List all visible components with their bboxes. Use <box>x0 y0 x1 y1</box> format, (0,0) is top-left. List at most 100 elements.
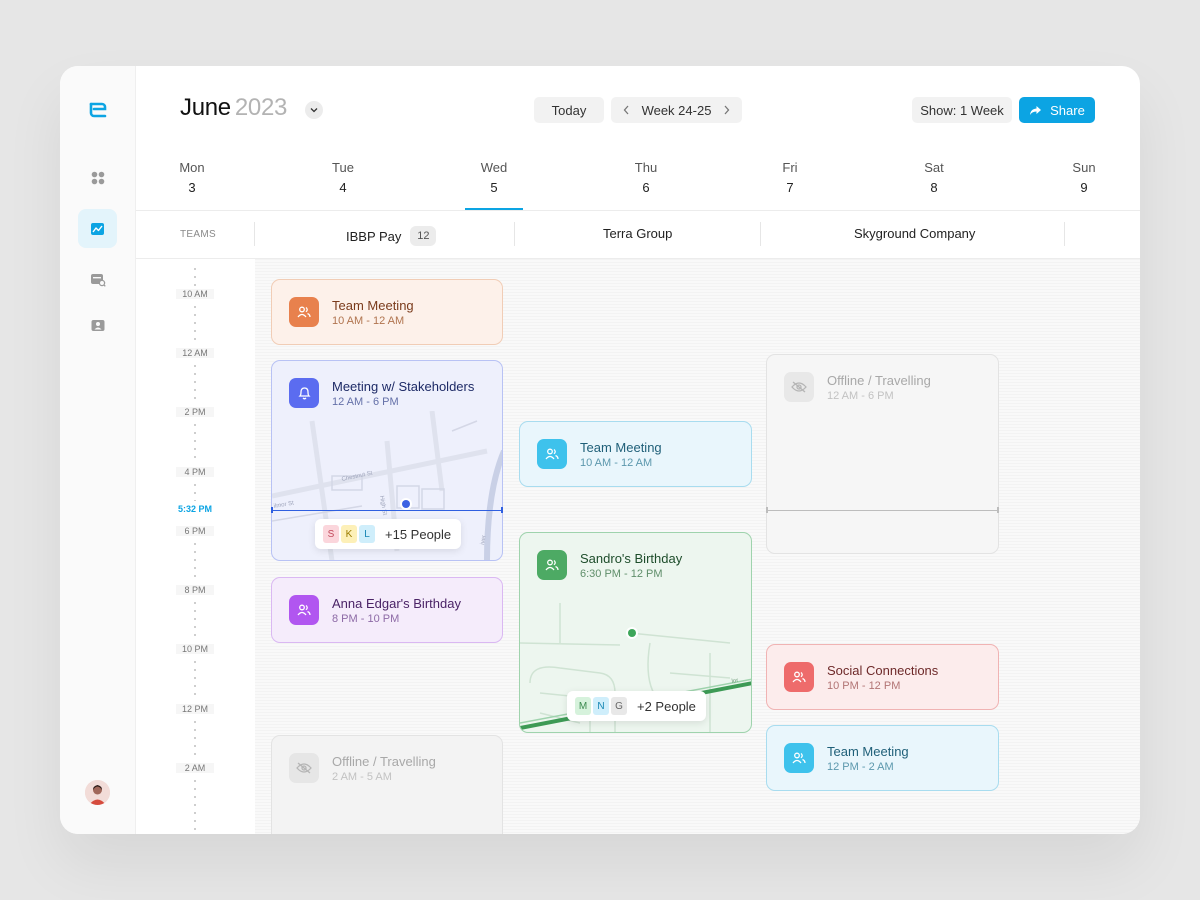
event-time: 10 AM - 12 AM <box>580 457 653 469</box>
time-dots <box>194 481 196 501</box>
time-label: 12 PM <box>176 704 214 714</box>
time-dots <box>194 599 196 641</box>
time-column: 10 AM 12 AM 2 PM 4 PM 5:32 PM 6 PM 8 PM … <box>136 259 255 834</box>
time-label: 10 PM <box>176 644 214 654</box>
event-time: 8 PM - 10 PM <box>332 613 400 625</box>
event-time: 12 AM - 6 PM <box>827 390 894 402</box>
day-thu[interactable]: Thu 6 <box>616 160 676 195</box>
event-team-meeting[interactable]: Team Meeting 10 AM - 12 AM <box>519 421 752 487</box>
time-dots <box>194 777 196 833</box>
event-time: 12 AM - 6 PM <box>332 396 399 408</box>
chevron-right-icon[interactable] <box>723 105 730 115</box>
nav-contacts[interactable] <box>78 306 117 345</box>
day-sun[interactable]: Sun 9 <box>1054 160 1114 195</box>
event-title: Meeting w/ Stakeholders <box>332 379 475 394</box>
day-mon[interactable]: Mon 3 <box>162 160 222 195</box>
time-dots <box>194 303 196 345</box>
attendee-initial: N <box>593 697 609 715</box>
team-name: Terra Group <box>603 226 673 241</box>
attendee-initial: L <box>359 525 375 543</box>
today-button[interactable]: Today <box>534 97 604 123</box>
share-icon <box>1030 105 1042 115</box>
attendees-pill[interactable]: S K L +15 People <box>315 519 462 549</box>
month-dropdown-button[interactable] <box>305 101 323 119</box>
day-name: Tue <box>332 160 354 175</box>
show-range-button[interactable]: Show: 1 Week <box>912 97 1012 123</box>
team-icon <box>289 595 319 625</box>
divider <box>514 222 515 246</box>
time-dots <box>194 658 196 700</box>
team-ibbp-pay[interactable]: IBBP Pay 12 <box>346 226 437 246</box>
year: 2023 <box>234 94 288 121</box>
attendee-initial: M <box>575 697 591 715</box>
time-label: 6 PM <box>176 526 214 536</box>
day-name: Mon <box>179 160 205 175</box>
nav-dashboard[interactable] <box>78 158 117 197</box>
user-avatar[interactable] <box>85 780 110 805</box>
event-offline-travelling[interactable]: Offline / Travelling 12 AM - 6 PM <box>766 354 999 554</box>
team-icon <box>537 439 567 469</box>
event-time: 10 AM - 12 AM <box>332 315 405 327</box>
day-date: 3 <box>188 180 196 195</box>
day-date: 9 <box>1080 180 1088 195</box>
event-title: Social Connections <box>827 663 939 678</box>
day-fri[interactable]: Fri 7 <box>760 160 820 195</box>
team-icon <box>784 743 814 773</box>
eye-off-icon <box>289 753 319 783</box>
time-label: 2 AM <box>176 763 214 773</box>
map-label: High St <box>378 495 387 516</box>
nav-calendar-search[interactable] <box>78 260 117 299</box>
event-title: Offline / Travelling <box>827 373 931 388</box>
day-name: Fri <box>782 160 798 175</box>
event-team-meeting[interactable]: Team Meeting 10 AM - 12 AM <box>271 279 503 345</box>
sidebar <box>60 66 136 834</box>
nav-analytics[interactable] <box>78 209 117 248</box>
day-sat[interactable]: Sat 8 <box>904 160 964 195</box>
month-name: June <box>180 94 231 121</box>
team-skyground-company[interactable]: Skyground Company <box>854 226 975 241</box>
attendees-more: +2 People <box>637 698 696 714</box>
current-time-marker <box>271 507 273 513</box>
team-terra-group[interactable]: Terra Group <box>603 226 672 241</box>
attendees-pill[interactable]: M N G +2 People <box>567 691 706 721</box>
attendees-more: +15 People <box>385 526 452 542</box>
teams-label: TEAMS <box>180 229 216 240</box>
time-label: 4 PM <box>176 467 214 477</box>
event-offline-travelling[interactable]: Offline / Travelling 2 AM - 5 AM <box>271 735 503 834</box>
time-label: 10 AM <box>176 289 214 299</box>
day-tue[interactable]: Tue 4 <box>313 160 373 195</box>
day-date: 5 <box>490 180 498 195</box>
day-wed[interactable]: Wed 5 <box>464 160 524 195</box>
team-icon <box>784 662 814 692</box>
bell-icon <box>289 378 319 408</box>
app-logo-icon[interactable] <box>88 100 108 120</box>
event-social-connections[interactable]: Social Connections 10 PM - 12 PM <box>766 644 999 710</box>
chevron-down-icon <box>310 108 318 113</box>
calendar-search-icon <box>90 274 106 287</box>
day-name: Thu <box>634 160 658 175</box>
day-date: 4 <box>339 180 347 195</box>
month-title[interactable]: June 2023 <box>180 94 287 122</box>
share-button[interactable]: Share <box>1019 97 1095 123</box>
chart-icon <box>91 222 104 235</box>
divider <box>1064 222 1065 246</box>
time-label: 2 PM <box>176 407 214 417</box>
team-member-count-badge: 12 <box>410 226 437 246</box>
team-icon <box>289 297 319 327</box>
share-label: Share <box>1050 102 1085 118</box>
attendee-initial: G <box>611 697 627 715</box>
current-time-label: 5:32 PM <box>177 504 212 514</box>
time-dots <box>194 265 196 287</box>
event-anna-birthday[interactable]: Anna Edgar's Birthday 8 PM - 10 PM <box>271 577 503 643</box>
event-team-meeting[interactable]: Team Meeting 12 PM - 2 AM <box>766 725 999 791</box>
event-title: Offline / Travelling <box>332 754 436 769</box>
time-label: 12 AM <box>176 348 214 358</box>
divider <box>760 222 761 246</box>
event-title: Sandro's Birthday <box>580 551 683 566</box>
time-dots <box>194 362 196 404</box>
time-dots <box>194 718 196 760</box>
week-label: Week 24-25 <box>641 102 712 118</box>
map-label: ilmor St <box>273 500 294 509</box>
time-label: 8 PM <box>176 585 214 595</box>
chevron-left-icon[interactable] <box>623 105 630 115</box>
